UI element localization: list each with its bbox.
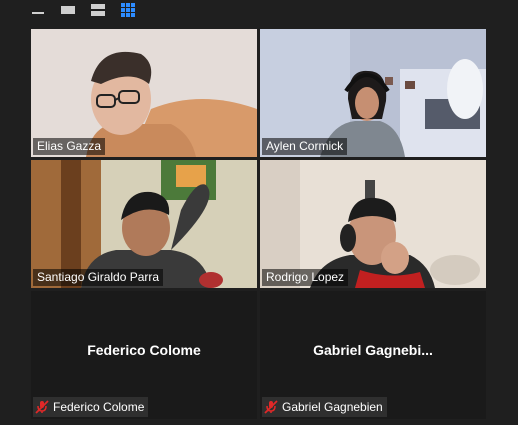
participant-name-muted: Gabriel Gagnebien bbox=[262, 397, 387, 417]
participant-name: Elias Gazza bbox=[33, 138, 106, 155]
participant-name: Aylen Cormick bbox=[262, 138, 348, 155]
participant-display-name: Gabriel Gagnebi... bbox=[313, 342, 433, 358]
speaker-view-icon[interactable] bbox=[60, 2, 76, 18]
video-tile-rodrigo[interactable]: Rodrigo Lopez bbox=[260, 160, 486, 288]
video-tile-aylen[interactable]: Aylen Cormick bbox=[260, 29, 486, 157]
video-tile-gabriel[interactable]: Gabriel Gagnebi... Gabriel Gagnebien bbox=[260, 291, 486, 419]
gallery-view-icon[interactable] bbox=[120, 2, 136, 18]
video-tile-federico[interactable]: Federico Colome Federico Colome bbox=[31, 291, 257, 419]
participant-name-muted: Federico Colome bbox=[33, 397, 149, 417]
two-row-view-icon[interactable] bbox=[90, 2, 106, 18]
gallery-grid: Elias Gazza Aylen Cormick Santiago Giral… bbox=[31, 29, 487, 419]
mic-muted-icon bbox=[35, 400, 49, 414]
video-tile-santiago[interactable]: Santiago Giraldo Parra bbox=[31, 160, 257, 288]
participant-name: Gabriel Gagnebien bbox=[282, 400, 383, 414]
video-tile-elias[interactable]: Elias Gazza bbox=[31, 29, 257, 157]
participant-name: Santiago Giraldo Parra bbox=[33, 269, 164, 286]
mic-muted-icon bbox=[264, 400, 278, 414]
participant-display-name: Federico Colome bbox=[87, 342, 201, 358]
minimize-icon[interactable] bbox=[30, 2, 46, 18]
view-toolbar bbox=[30, 0, 136, 20]
participant-name: Federico Colome bbox=[53, 400, 145, 414]
participant-name: Rodrigo Lopez bbox=[262, 269, 349, 286]
